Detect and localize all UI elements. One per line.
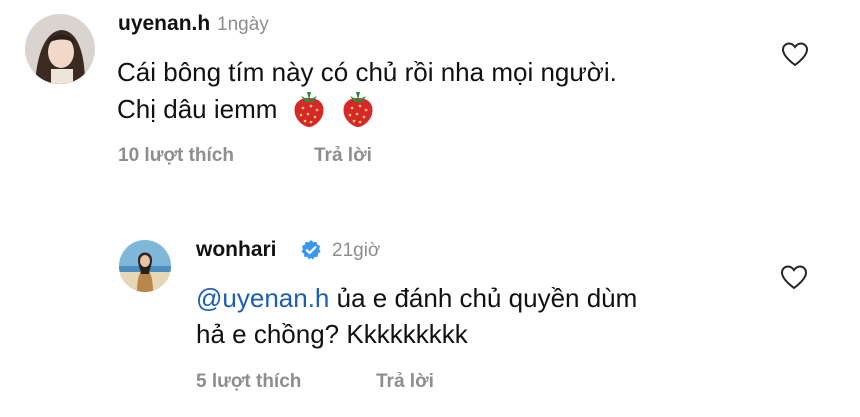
- strawberry-emoji: [291, 90, 327, 128]
- like-count[interactable]: 10 lượt thích: [118, 145, 234, 167]
- reply-button[interactable]: Trả lời: [314, 145, 372, 167]
- comment-username[interactable]: uyenan.h: [118, 12, 210, 36]
- avatar[interactable]: [119, 240, 171, 292]
- comment-text: @uyenan.h ủa e đánh chủ quyền dùm hả e c…: [196, 280, 637, 352]
- comment-username[interactable]: wonhari: [196, 238, 277, 262]
- reply-button[interactable]: Trả lời: [376, 371, 434, 393]
- comment-text-fragment: Chị dâu iemm: [117, 94, 278, 124]
- heart-icon[interactable]: [780, 264, 808, 290]
- like-count[interactable]: 5 lượt thích: [196, 371, 301, 393]
- comment-text-line: Cái bông tím này có chủ rồi nha mọi ngườ…: [117, 57, 617, 87]
- mention-link[interactable]: @uyenan.h: [196, 283, 329, 313]
- verified-badge-icon: [301, 240, 321, 260]
- avatar[interactable]: [25, 14, 95, 84]
- comment-timestamp: 21giờ: [332, 240, 381, 261]
- comment-text-fragment: ủa e đánh chủ quyền dùm: [329, 283, 638, 313]
- comment-text-line: hả e chồng? Kkkkkkkkk: [196, 319, 468, 349]
- comment-text-line: @uyenan.h ủa e đánh chủ quyền dùm: [196, 280, 637, 316]
- comment-text: Cái bông tím này có chủ rồi nha mọi ngườ…: [117, 54, 617, 128]
- heart-icon[interactable]: [781, 41, 809, 67]
- strawberry-emoji: [340, 90, 376, 128]
- comment-text-line: Chị dâu iemm: [117, 90, 617, 128]
- comment-timestamp: 1ngày: [217, 14, 269, 35]
